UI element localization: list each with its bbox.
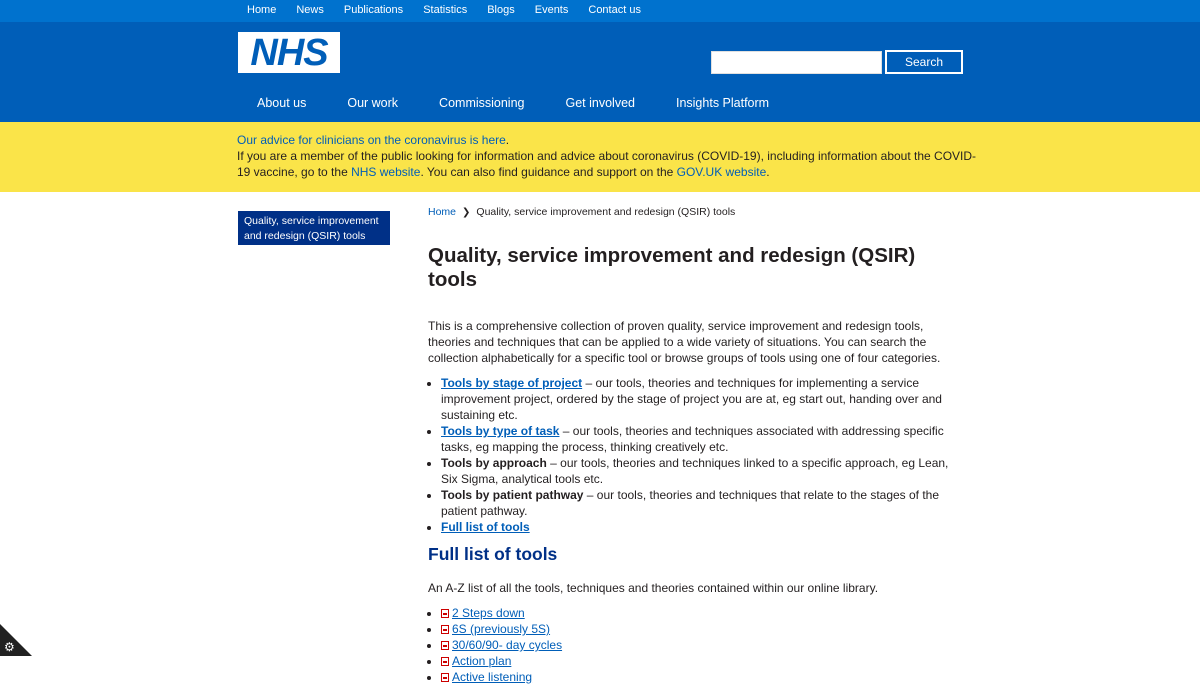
sidebar-item-qsir-tools[interactable]: Quality, service improvement and redesig… xyxy=(238,211,390,245)
search-button[interactable]: Search xyxy=(885,50,963,74)
list-item: 6S (previously 5S) xyxy=(441,621,968,637)
nhs-logo[interactable]: NHS xyxy=(238,32,340,73)
breadcrumb-home[interactable]: Home xyxy=(428,206,456,218)
covid-alert-banner: Our advice for clinicians on the coronav… xyxy=(0,122,1200,192)
full-list-link[interactable]: Full list of tools xyxy=(441,520,530,534)
alert-period: . xyxy=(505,133,510,147)
list-item: 30/60/90- day cycles xyxy=(441,637,968,653)
tool-link[interactable]: Active listening xyxy=(452,670,532,684)
tools-list: 2 Steps down 6S (previously 5S) 30/60/90… xyxy=(428,605,968,685)
main-nav-insights-platform[interactable]: Insights Platform xyxy=(676,96,769,110)
list-item: 2 Steps down xyxy=(441,605,968,621)
nhs-logo-text: NHS xyxy=(250,31,328,74)
utility-nav-publications[interactable]: Publications xyxy=(344,0,403,20)
tool-link[interactable]: 2 Steps down xyxy=(452,606,525,620)
category-list: Tools by stage of project – our tools, t… xyxy=(428,375,968,535)
list-item: Action plan xyxy=(441,653,968,669)
category-item: Tools by patient pathway – our tools, th… xyxy=(441,487,968,519)
clinicians-advice-link[interactable]: Our advice for clinicians on the coronav… xyxy=(237,133,506,147)
utility-nav-statistics[interactable]: Statistics xyxy=(423,0,467,20)
gear-icon[interactable]: ⚙ xyxy=(4,640,15,654)
utility-nav: Home News Publications Statistics Blogs … xyxy=(0,0,1200,22)
tool-link[interactable]: 6S (previously 5S) xyxy=(452,622,550,636)
main-nav-commissioning[interactable]: Commissioning xyxy=(439,96,524,110)
category-item: Tools by approach – our tools, theories … xyxy=(441,455,968,487)
intro-paragraph: This is a comprehensive collection of pr… xyxy=(428,319,941,365)
utility-nav-news[interactable]: News xyxy=(296,0,324,20)
main-content: Home ❯ Quality, service improvement and … xyxy=(428,206,968,685)
search-input[interactable] xyxy=(711,51,882,74)
chevron-right-icon: ❯ xyxy=(462,206,471,218)
tools-by-type-link[interactable]: Tools by type of task xyxy=(441,424,559,438)
tools-by-pathway-label: Tools by patient pathway xyxy=(441,488,584,502)
utility-nav-blogs[interactable]: Blogs xyxy=(487,0,515,20)
page-title: Quality, service improvement and redesig… xyxy=(428,244,916,291)
breadcrumb: Home ❯ Quality, service improvement and … xyxy=(428,206,968,218)
utility-nav-contact-us[interactable]: Contact us xyxy=(588,0,641,20)
pdf-icon xyxy=(441,625,449,634)
list-item: Active listening xyxy=(441,669,968,685)
tools-by-stage-link[interactable]: Tools by stage of project xyxy=(441,376,582,390)
utility-nav-events[interactable]: Events xyxy=(535,0,569,20)
category-item: Tools by stage of project – our tools, t… xyxy=(441,375,968,423)
main-nav: About us Our work Commissioning Get invo… xyxy=(257,96,810,110)
alert-text-c: . xyxy=(766,165,770,179)
site-header: NHS Search About us Our work Commissioni… xyxy=(0,22,1200,122)
full-list-intro: An A-Z list of all the tools, techniques… xyxy=(428,581,879,595)
alert-line-1: Our advice for clinicians on the coronav… xyxy=(237,132,977,148)
full-list-heading: Full list of tools xyxy=(428,544,558,564)
alert-line-2: If you are a member of the public lookin… xyxy=(237,148,977,180)
alert-text-b: . You can also find guidance and support… xyxy=(420,165,677,179)
utility-nav-home[interactable]: Home xyxy=(247,0,276,20)
gov-uk-link[interactable]: GOV.UK website xyxy=(677,165,767,179)
nhs-website-link[interactable]: NHS website xyxy=(351,165,420,179)
pdf-icon xyxy=(441,641,449,650)
main-nav-get-involved[interactable]: Get involved xyxy=(566,96,635,110)
tool-link[interactable]: Action plan xyxy=(452,654,511,668)
breadcrumb-current: Quality, service improvement and redesig… xyxy=(476,206,736,218)
tool-link[interactable]: 30/60/90- day cycles xyxy=(452,638,562,652)
category-item: Full list of tools xyxy=(441,519,968,535)
tools-by-approach-label: Tools by approach xyxy=(441,456,547,470)
category-item: Tools by type of task – our tools, theor… xyxy=(441,423,968,455)
main-nav-our-work[interactable]: Our work xyxy=(347,96,398,110)
pdf-icon xyxy=(441,609,449,618)
pdf-icon xyxy=(441,673,449,682)
main-nav-about-us[interactable]: About us xyxy=(257,96,306,110)
pdf-icon xyxy=(441,657,449,666)
